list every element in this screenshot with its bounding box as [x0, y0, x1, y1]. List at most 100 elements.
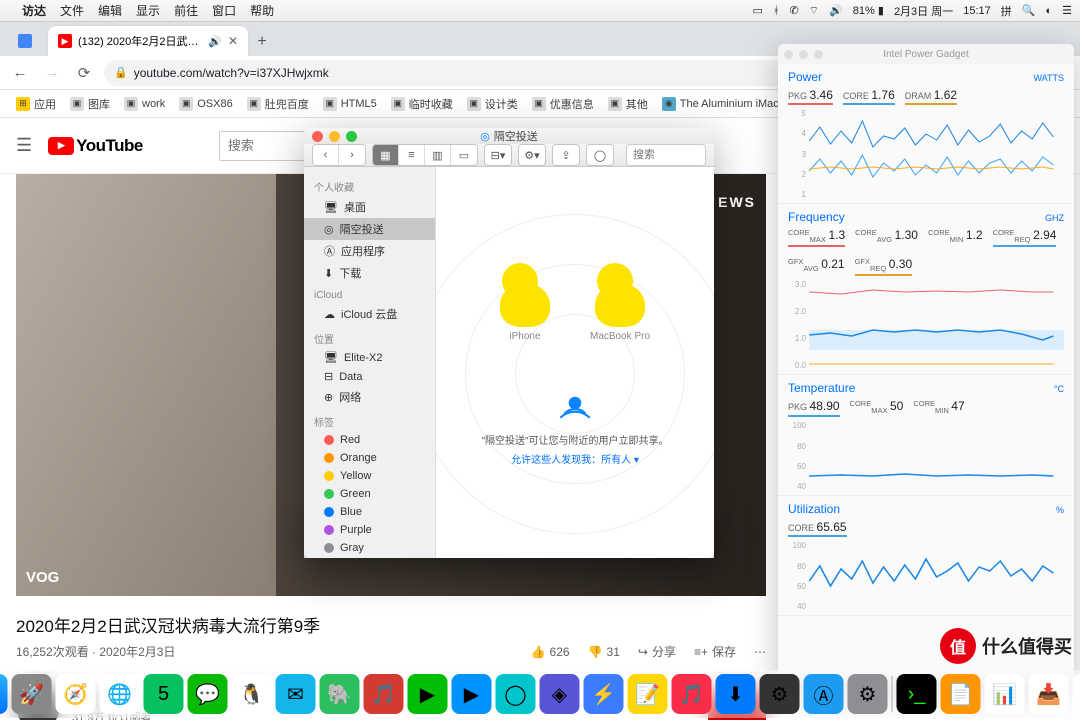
tab-active[interactable]: ▶ (132) 2020年2月2日武汉冠… 🔊 ✕ [48, 26, 248, 56]
minimize-icon[interactable] [329, 131, 340, 142]
back-button[interactable]: ‹ [313, 145, 339, 165]
sidebar-tag[interactable]: Yellow [304, 467, 435, 485]
finder-titlebar[interactable]: ◎ 隔空投送 [304, 128, 714, 144]
dock-terminal-icon[interactable]: ›_ [897, 674, 937, 714]
dock-chrome-icon[interactable]: 🌐 [100, 674, 140, 714]
ipg-titlebar[interactable]: Intel Power Gadget [778, 44, 1074, 64]
bookmark-folder[interactable]: ▣其他 [602, 94, 654, 114]
sidebar-tag[interactable]: Orange [304, 449, 435, 467]
dock-launchpad-icon[interactable]: 🚀 [12, 674, 52, 714]
share-button[interactable]: ⇪ [553, 145, 579, 165]
dock-app-icon[interactable]: ◯ [496, 674, 536, 714]
zoom-icon[interactable] [346, 131, 357, 142]
close-icon[interactable] [312, 131, 323, 142]
bookmark-link[interactable]: ◉The Aluminium iMac... [656, 95, 794, 113]
sidebar-desktop[interactable]: 🖥桌面 [304, 196, 435, 218]
more-icon[interactable]: ⋯ [754, 645, 766, 659]
sidebar-tag[interactable]: Purple [304, 521, 435, 539]
menu-help[interactable]: 帮助 [250, 2, 274, 19]
dock-youku-icon[interactable]: ▶ [452, 674, 492, 714]
airdrop-target-iphone[interactable]: iPhone [500, 283, 550, 342]
dock-settings-icon[interactable]: ⚙ [848, 674, 888, 714]
wifi-icon[interactable]: ⌔ [809, 4, 819, 18]
airdrop-discover-link[interactable]: 允许这些人发现我：所有人 ▾ [511, 451, 639, 466]
bluetooth-icon[interactable]: ᚼ [773, 5, 780, 17]
menu-file[interactable]: 文件 [60, 2, 84, 19]
zoom-icon[interactable] [814, 50, 823, 59]
finder-search-input[interactable] [626, 144, 706, 166]
dock-safari-icon[interactable]: 🧭 [56, 674, 96, 714]
phone-icon[interactable]: ✆ [790, 4, 799, 17]
menu-view[interactable]: 显示 [136, 2, 160, 19]
tags-button[interactable]: ◯ [587, 145, 613, 165]
sidebar-applications[interactable]: Ⓐ应用程序 [304, 240, 435, 262]
sidebar-tag[interactable]: Blue [304, 503, 435, 521]
bookmark-folder[interactable]: ▣临时收藏 [385, 94, 459, 114]
tab-close-icon[interactable]: ✕ [228, 34, 238, 48]
forward-button[interactable]: → [40, 61, 64, 85]
time-label[interactable]: 15:17 [963, 5, 991, 17]
minimize-icon[interactable] [799, 50, 808, 59]
dock-downloads-icon[interactable]: 📥 [1029, 674, 1069, 714]
sidebar-downloads[interactable]: ⬇下载 [304, 262, 435, 284]
dock-app-icon[interactable]: ◈ [540, 674, 580, 714]
dock-wechat-icon[interactable]: 💬 [188, 674, 228, 714]
date-label[interactable]: 2月3日 周一 [894, 3, 953, 19]
siri-icon[interactable]: ◐ [1045, 5, 1052, 17]
dock-iqiyi-icon[interactable]: ▶ [408, 674, 448, 714]
dock-app-icon[interactable]: ⚙ [760, 674, 800, 714]
bookmark-folder[interactable]: ▣OSX86 [173, 95, 238, 113]
notification-icon[interactable]: ☰ [1062, 4, 1072, 17]
new-tab-button[interactable]: + [248, 28, 276, 56]
sidebar-airdrop[interactable]: ◎隔空投送 [304, 218, 435, 240]
forward-button[interactable]: › [339, 145, 365, 165]
dock-notes-icon[interactable]: 📝 [628, 674, 668, 714]
gallery-view-button[interactable]: ▭ [451, 145, 477, 165]
like-button[interactable]: 👍 626 [531, 645, 570, 659]
menu-edit[interactable]: 编辑 [98, 2, 122, 19]
menu-window[interactable]: 窗口 [212, 2, 236, 19]
arrange-button[interactable]: ⊟▾ [485, 145, 511, 165]
dock-evernote-icon[interactable]: 🐘 [320, 674, 360, 714]
tab-other[interactable] [8, 26, 48, 56]
icon-view-button[interactable]: ▦ [373, 145, 399, 165]
reload-button[interactable]: ⟳ [72, 61, 96, 85]
share-button[interactable]: ↪ 分享 [638, 643, 676, 660]
youtube-logo[interactable]: ▶ YouTube [48, 136, 143, 156]
airdrop-target-macbook[interactable]: MacBook Pro [590, 283, 650, 342]
airplay-icon[interactable]: ▭ [753, 4, 763, 17]
sidebar-tag[interactable]: Work [304, 557, 435, 558]
dock-mail-icon[interactable]: ✉ [276, 674, 316, 714]
dock-qq-icon[interactable]: 🐧 [232, 674, 272, 714]
dock-app-icon[interactable]: 5 [144, 674, 184, 714]
save-button[interactable]: ≡+ 保存 [694, 643, 736, 660]
volume-icon[interactable]: 🔊 [829, 4, 843, 17]
app-name[interactable]: 访达 [22, 2, 46, 19]
sidebar-tag[interactable]: Gray [304, 539, 435, 557]
dock-appstore-icon[interactable]: Ⓐ [804, 674, 844, 714]
battery-status[interactable]: 81% ▮ [853, 4, 884, 17]
dock-music-icon[interactable]: 🎵 [672, 674, 712, 714]
ime-label[interactable]: 拼 [1001, 3, 1012, 19]
dock-pages-icon[interactable]: 📄 [941, 674, 981, 714]
dock-ipg-icon[interactable]: 📊 [985, 674, 1025, 714]
bookmark-folder[interactable]: ▣肚兜百度 [241, 94, 315, 114]
dock-finder-icon[interactable]: 😊 [0, 674, 8, 714]
action-button[interactable]: ⚙▾ [519, 145, 545, 165]
bookmark-apps[interactable]: ⊞应用 [10, 94, 62, 114]
dock-trash-icon[interactable]: 🗑 [1073, 674, 1080, 714]
menu-go[interactable]: 前往 [174, 2, 198, 19]
bookmark-folder[interactable]: ▣work [118, 95, 171, 113]
tab-audio-icon[interactable]: 🔊 [208, 35, 222, 48]
hamburger-icon[interactable]: ☰ [16, 135, 32, 156]
dock-netease-icon[interactable]: 🎵 [364, 674, 404, 714]
bookmark-folder[interactable]: ▣图库 [64, 94, 116, 114]
dock-app-icon[interactable]: ⬇ [716, 674, 756, 714]
bookmark-folder[interactable]: ▣HTML5 [317, 95, 383, 113]
list-view-button[interactable]: ≡ [399, 145, 425, 165]
close-icon[interactable] [784, 50, 793, 59]
back-button[interactable]: ← [8, 61, 32, 85]
dock-thunder-icon[interactable]: ⚡ [584, 674, 624, 714]
dislike-button[interactable]: 👎 31 [588, 645, 620, 659]
sidebar-tag[interactable]: Red [304, 431, 435, 449]
